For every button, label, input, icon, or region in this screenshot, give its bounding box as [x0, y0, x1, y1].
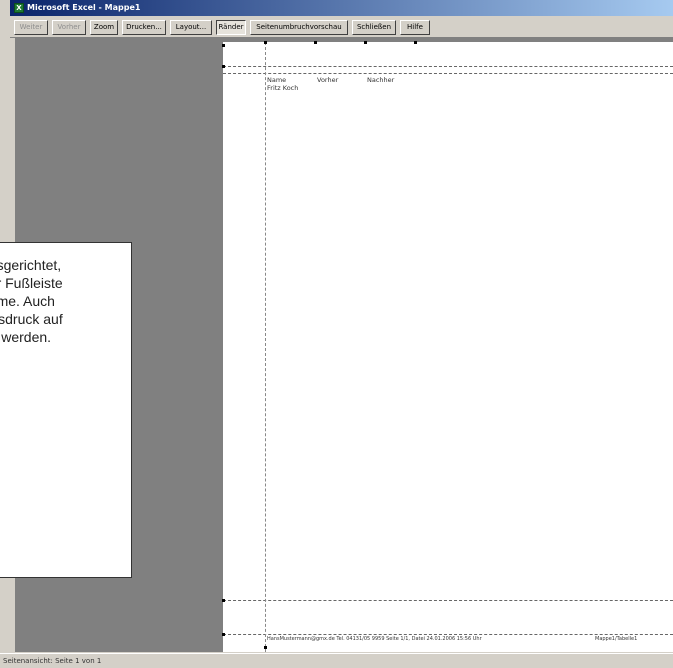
margin-handle[interactable]	[222, 633, 225, 636]
page-break-preview-button[interactable]: Seitenumbruchvorschau	[250, 20, 348, 35]
close-button[interactable]: Schließen	[352, 20, 396, 35]
page-footer-right: Mappe1/Tabelle1	[595, 636, 638, 642]
callout-line: der Fußleiste	[0, 275, 63, 291]
layout-button[interactable]: Layout...	[170, 20, 212, 35]
zoom-button[interactable]: Zoom	[90, 20, 118, 35]
margin-handle[interactable]	[264, 646, 267, 649]
cell-a1: Name	[267, 76, 287, 84]
next-button[interactable]: Weiter	[14, 20, 48, 35]
column-handle[interactable]	[364, 41, 367, 44]
cell-c1: Nachher	[367, 76, 395, 84]
margin-handle[interactable]	[222, 599, 225, 602]
excel-icon: X	[14, 3, 24, 13]
window-title: Microsoft Excel - Mappe1	[27, 3, 141, 12]
column-handle[interactable]	[314, 41, 317, 44]
top-margin-line[interactable]	[223, 66, 673, 67]
left-margin-line[interactable]	[265, 42, 266, 652]
print-preview-toolbar: Weiter Vorher Zoom Drucken... Layout... …	[10, 17, 673, 38]
callout-box: ausgerichtet, der Fußleiste name. Auch A…	[0, 242, 132, 578]
column-handle[interactable]	[264, 41, 267, 44]
page-footer-left: HansMustermann@gmx.de Tel. 04131/05 9959…	[267, 636, 482, 642]
margins-button[interactable]: Ränder	[216, 20, 246, 35]
footer-margin-line[interactable]	[223, 600, 673, 601]
margin-handle[interactable]	[222, 65, 225, 68]
print-button[interactable]: Drucken...	[122, 20, 166, 35]
callout-line: ert werden.	[0, 329, 52, 345]
status-bar: Seitenansicht: Seite 1 von 1	[0, 653, 673, 668]
status-text: Seitenansicht: Seite 1 von 1	[3, 657, 102, 665]
column-handle[interactable]	[414, 41, 417, 44]
cell-a2: Fritz Koch	[267, 84, 299, 92]
help-button[interactable]: Hilfe	[400, 20, 430, 35]
title-bar: X Microsoft Excel - Mappe1	[10, 0, 673, 16]
margin-handle[interactable]	[222, 44, 225, 47]
bottom-margin-line[interactable]	[223, 634, 673, 635]
cell-b1: Vorher	[317, 76, 339, 84]
callout-line: name. Auch	[0, 293, 55, 309]
callout-line: ausgerichtet,	[0, 257, 62, 273]
preview-page: Name Vorher Nachher Fritz Koch HansMuste…	[222, 41, 673, 652]
callout-line: Ausdruck auf	[0, 311, 63, 327]
previous-button[interactable]: Vorher	[52, 20, 86, 35]
header-margin-line[interactable]	[223, 73, 673, 74]
